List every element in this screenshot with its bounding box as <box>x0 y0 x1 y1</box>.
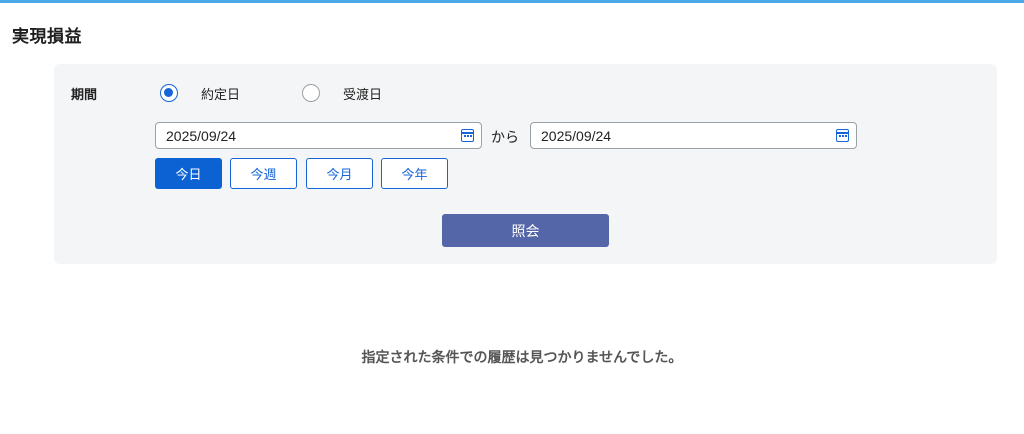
empty-result-message: 指定された条件での履歴は見つかりませんでした。 <box>361 350 683 366</box>
calendar-icon[interactable] <box>461 129 474 142</box>
date-range-separator: から <box>491 130 519 146</box>
inquiry-button[interactable]: 照会 <box>442 214 609 247</box>
date-from-input[interactable]: 2025/09/24 <box>155 122 482 149</box>
date-to-value: 2025/09/24 <box>541 127 612 144</box>
radio-button-unchecked[interactable] <box>302 84 320 102</box>
calendar-icon[interactable] <box>836 129 849 142</box>
this-week-button[interactable]: 今週 <box>230 158 297 189</box>
radio-label-trade-date: 約定日 <box>201 87 241 103</box>
this-month-button[interactable]: 今月 <box>306 158 373 189</box>
page-title: 実現損益 <box>12 27 82 47</box>
period-label: 期間 <box>71 88 98 103</box>
top-accent-line <box>0 0 1024 3</box>
radio-label-settlement-date: 受渡日 <box>343 87 383 103</box>
radio-button-checked[interactable] <box>160 84 178 102</box>
today-button[interactable]: 今日 <box>155 158 222 189</box>
date-from-value: 2025/09/24 <box>166 127 237 144</box>
radio-settlement-date[interactable]: 受渡日 <box>302 84 383 103</box>
radio-trade-date[interactable]: 約定日 <box>160 84 241 103</box>
date-to-input[interactable]: 2025/09/24 <box>530 122 857 149</box>
this-year-button[interactable]: 今年 <box>381 158 448 189</box>
